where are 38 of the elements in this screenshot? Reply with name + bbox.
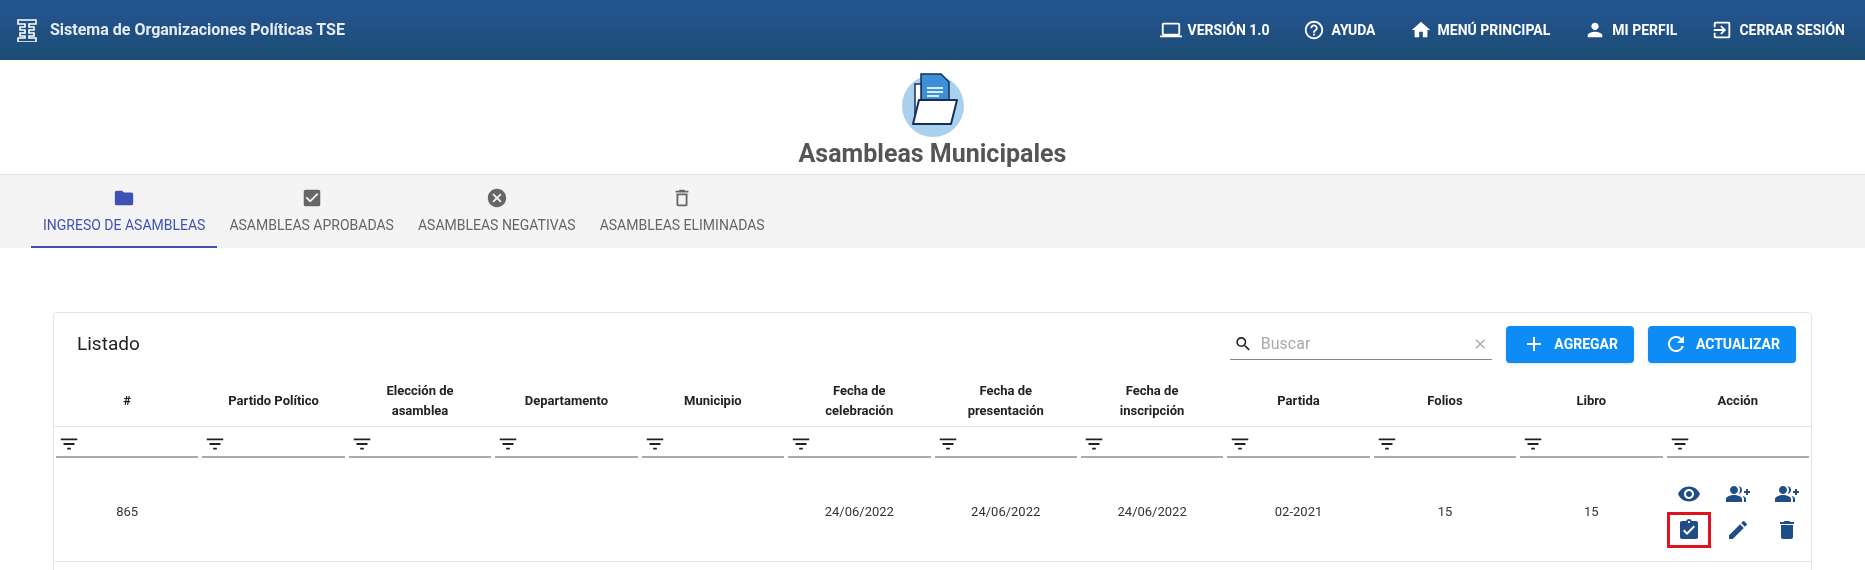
card-title: Listado	[77, 330, 140, 357]
table-cell-text: 24/06/2022	[971, 502, 1041, 521]
nav-link[interactable]: CERRAR SESIÓN	[1711, 19, 1845, 41]
nav-link[interactable]: VERSIÓN 1.0	[1159, 19, 1270, 41]
nav-link[interactable]: AYUDA	[1303, 19, 1376, 41]
logo-icon	[16, 18, 38, 42]
action-button[interactable]: AGREGAR	[1506, 325, 1634, 363]
cancel-icon	[485, 187, 508, 209]
column-header: Fecha de inscripción	[1118, 381, 1186, 420]
table-cell-text: 24/06/2022	[1117, 502, 1187, 521]
table-cell-text: 15	[1584, 502, 1599, 521]
column-header: Folios	[1427, 391, 1463, 410]
table-cell-text: 02-2021	[1274, 502, 1323, 521]
page-title: Asambleas Municipales	[798, 138, 1067, 170]
tab[interactable]: INGRESO DE ASAMBLEAS	[31, 184, 218, 248]
table-cell-text: 24/06/2022	[824, 502, 894, 521]
table-cell-text: 15	[1437, 502, 1453, 521]
approve-button[interactable]	[1666, 512, 1711, 548]
column-header: Municipio	[684, 391, 742, 410]
column-header: Partida	[1277, 391, 1320, 410]
search-field[interactable]: Buscar	[1260, 331, 1464, 356]
column-header: #	[123, 391, 132, 410]
tab[interactable]: ASAMBLEAS NEGATIVAS	[405, 184, 588, 248]
column-header: Departamento	[524, 391, 609, 410]
column-header: Fecha de celebración	[824, 381, 895, 420]
tab[interactable]: ASAMBLEAS APROBADAS	[217, 184, 406, 248]
column-header: Acción	[1717, 391, 1758, 410]
column-header: Fecha de presentación	[966, 381, 1045, 420]
column-header: Libro	[1576, 391, 1607, 410]
app-title: Sistema de Organizaciones Políticas TSE	[50, 19, 345, 41]
nav-link[interactable]: MI PERFIL	[1584, 19, 1678, 41]
column-header: Partido Político	[228, 391, 319, 410]
tab[interactable]: ASAMBLEAS ELIMINADAS	[587, 184, 777, 248]
action-button[interactable]: ACTUALIZAR	[1647, 325, 1796, 363]
nav-link[interactable]: MENÚ PRINCIPAL	[1409, 19, 1551, 41]
column-header: Elección de asamblea	[385, 381, 455, 420]
table-cell-text: 865	[116, 502, 139, 521]
help-icon	[1303, 19, 1326, 41]
